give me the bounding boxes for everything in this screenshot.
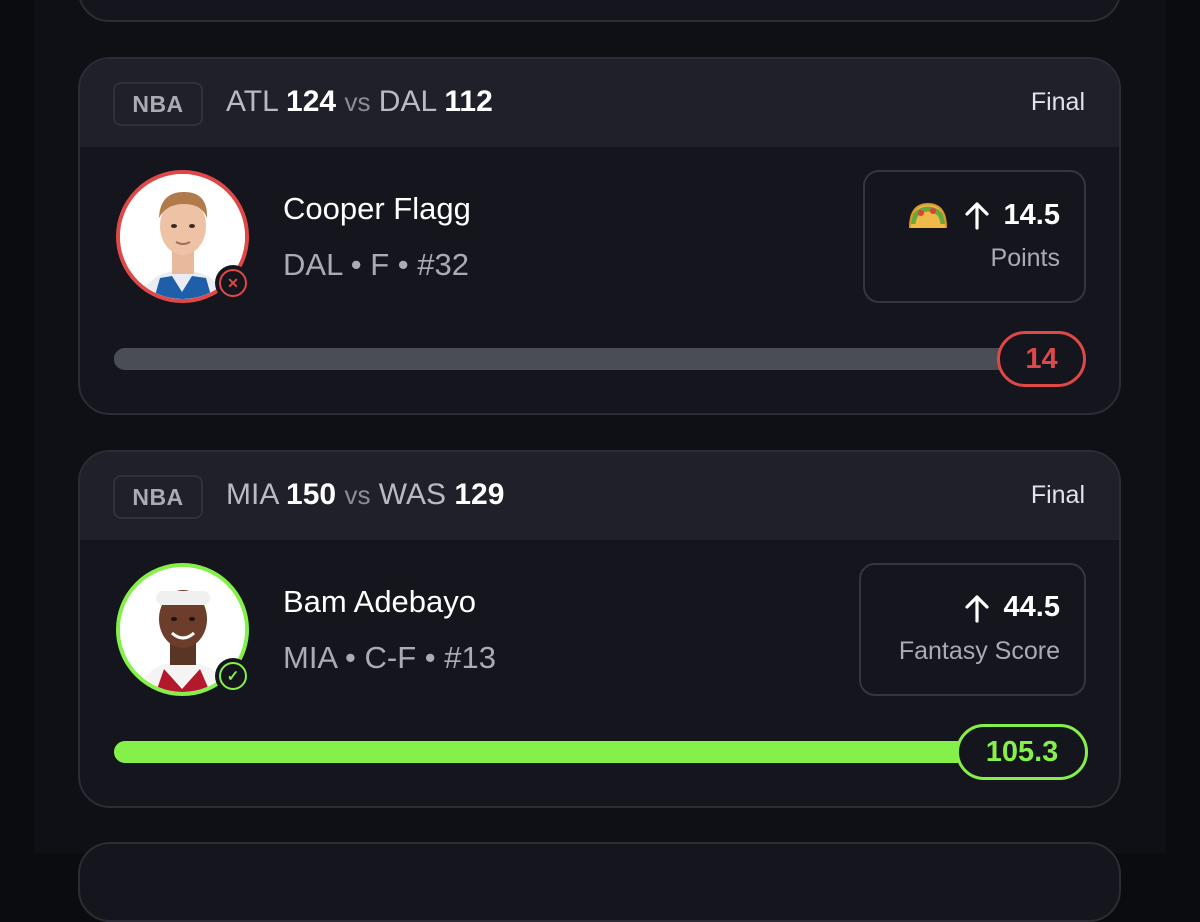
league-badge: NBA	[113, 82, 203, 126]
pick-card[interactable]: NBA MIA 150 vs WAS 129 Final ✓ Bam Adeba…	[78, 450, 1121, 808]
away-team: WAS	[378, 478, 447, 511]
game-status: Final	[1030, 88, 1085, 116]
vs-label: vs	[344, 480, 371, 510]
player-avatar[interactable]: ✓	[116, 563, 251, 696]
actual-value-pill: 105.3	[956, 724, 1088, 780]
result-badge: ✓	[215, 658, 251, 694]
matchup: MIA 150 vs WAS 129	[226, 478, 504, 512]
player-name: Bam Adebayo	[283, 584, 477, 619]
actual-value-pill: 14	[997, 331, 1086, 387]
stat-label: Points	[990, 244, 1060, 272]
player-name: Cooper Flagg	[283, 191, 471, 226]
game-status: Final	[1030, 481, 1085, 509]
line-value: 44.5	[1003, 591, 1060, 623]
home-score: 150	[286, 478, 337, 511]
game-header: NBA MIA 150 vs WAS 129 Final	[80, 452, 1119, 540]
player-meta: DAL • F • #32	[283, 247, 469, 282]
result-badge: ✕	[215, 265, 251, 301]
away-score: 129	[454, 478, 505, 511]
vs-label: vs	[344, 87, 371, 117]
stat-label: Fantasy Score	[898, 637, 1060, 665]
progress-fill	[114, 741, 1054, 763]
player-avatar[interactable]: ✕	[116, 170, 251, 303]
home-score: 124	[286, 85, 337, 118]
arrow-up-icon	[964, 202, 989, 230]
home-team: MIA	[226, 478, 278, 511]
pick-card[interactable]: NBA ATL 124 vs DAL 112 Final ✕ Cooper Fl…	[78, 57, 1121, 415]
matchup: ATL 124 vs DAL 112	[226, 85, 493, 119]
arrow-up-icon	[964, 594, 989, 623]
league-badge: NBA	[113, 475, 203, 519]
away-team: DAL	[378, 85, 437, 118]
progress-track	[114, 741, 1054, 763]
projection-box[interactable]: 44.5 Fantasy Score	[859, 563, 1086, 696]
game-header: NBA ATL 124 vs DAL 112 Final	[80, 59, 1119, 147]
taco-icon	[908, 202, 947, 229]
line-value: 14.5	[1003, 198, 1060, 231]
next-pick-card[interactable]	[78, 842, 1121, 922]
player-meta: MIA • C-F • #13	[283, 640, 496, 675]
projection-box[interactable]: 14.5 Points	[863, 170, 1086, 303]
x-icon: ✕	[219, 269, 247, 297]
progress-fill	[114, 348, 1054, 370]
away-score: 112	[444, 85, 493, 118]
check-icon: ✓	[219, 662, 247, 690]
previous-pick-card[interactable]	[78, 0, 1121, 22]
progress-track	[114, 348, 1054, 370]
home-team: ATL	[226, 85, 278, 118]
